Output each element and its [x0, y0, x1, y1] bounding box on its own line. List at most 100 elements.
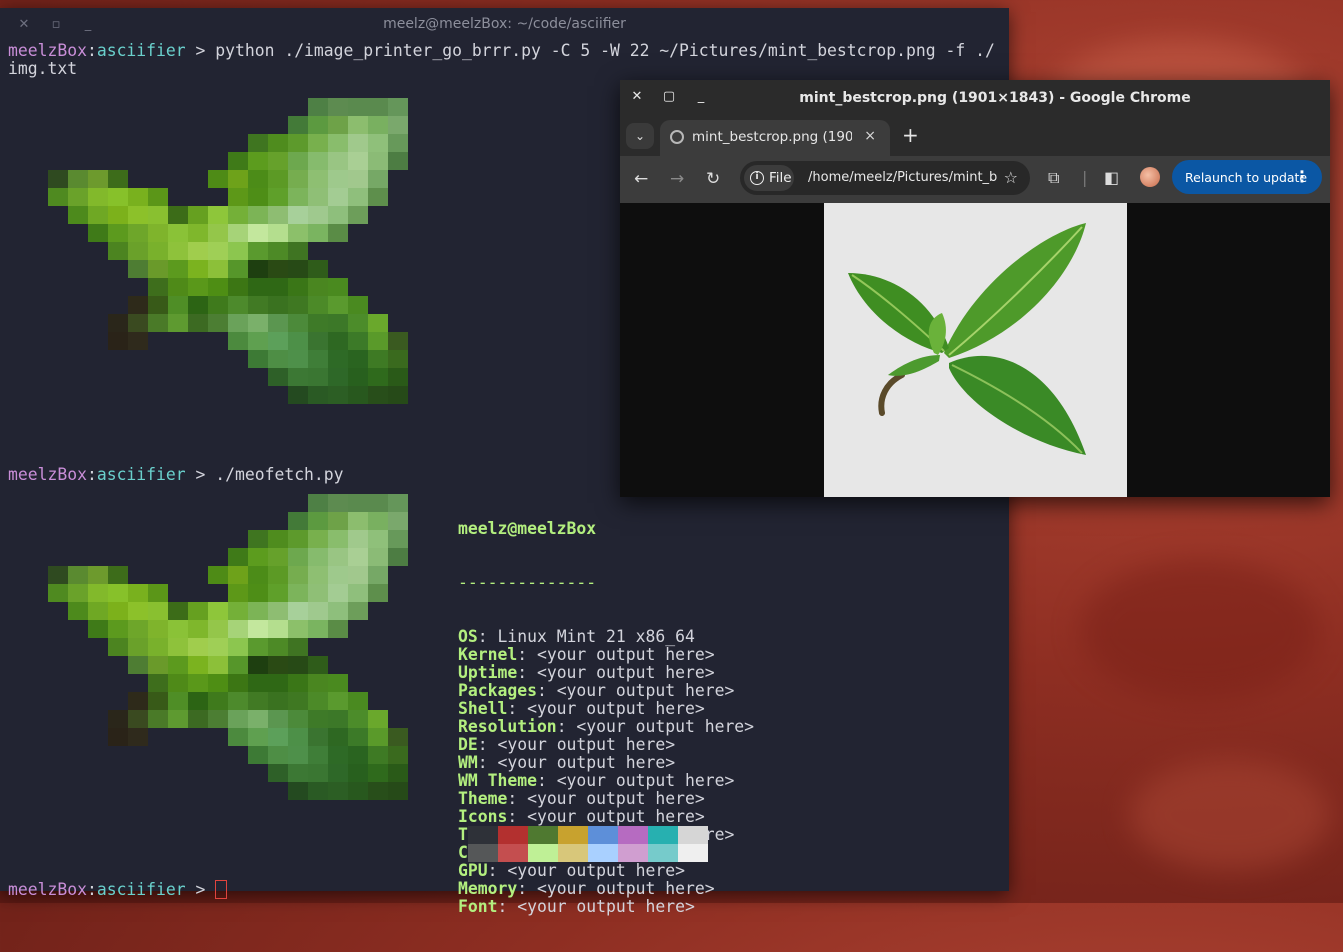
forward-icon[interactable]: → [670, 170, 684, 188]
pixel-block [388, 116, 408, 134]
pixel-block [308, 566, 328, 584]
pixel-block [368, 764, 388, 782]
pixel-block [268, 602, 288, 620]
relaunch-label: Relaunch to update [1185, 170, 1308, 185]
pixel-block [228, 260, 248, 278]
pixel-block [388, 152, 408, 170]
tab-close-icon[interactable]: × [864, 128, 876, 144]
pixel-block [308, 206, 328, 224]
pixel-block [308, 368, 328, 386]
fetch-value: : <your output here> [536, 771, 735, 790]
pixel-block [248, 350, 268, 368]
pixel-block [348, 188, 368, 206]
tab-search-button[interactable]: ⌄ [626, 123, 654, 149]
pixel-block [348, 314, 368, 332]
pixel-block [268, 548, 288, 566]
back-icon[interactable]: ← [634, 170, 648, 188]
pixel-block [188, 314, 208, 332]
pixel-block [288, 278, 308, 296]
pixel-block [108, 170, 128, 188]
pixel-block [108, 206, 128, 224]
pixel-block [348, 206, 368, 224]
pixel-block [288, 512, 308, 530]
pixel-block [68, 602, 88, 620]
pixel-block [308, 674, 328, 692]
reload-icon[interactable]: ↻ [706, 170, 720, 188]
pixel-block [308, 602, 328, 620]
pixel-block [348, 368, 368, 386]
pixel-block [188, 674, 208, 692]
pixel-block [268, 674, 288, 692]
palette-swatch [648, 844, 678, 862]
bookmark-star-icon[interactable]: ☆ [1004, 168, 1018, 187]
pixel-block [228, 152, 248, 170]
pixel-block [68, 188, 88, 206]
palette-swatch [648, 826, 678, 844]
profile-avatar[interactable] [1140, 167, 1160, 187]
pixel-block [208, 656, 228, 674]
pixel-block [328, 494, 348, 512]
pixel-block [248, 224, 268, 242]
tab-mint-bestcrop[interactable]: mint_bestcrop.png (1901× × [660, 120, 890, 156]
pixel-block [268, 638, 288, 656]
pixel-block [168, 206, 188, 224]
extensions-icon[interactable]: ⧉ [1048, 168, 1059, 188]
pixel-block [228, 296, 248, 314]
pixel-block [368, 584, 388, 602]
pixel-block [308, 278, 328, 296]
pixel-block [128, 224, 148, 242]
side-panel-icon[interactable]: ◧ [1104, 168, 1119, 187]
menu-dots-icon[interactable]: ⋮ [1294, 167, 1310, 186]
pixel-block [368, 170, 388, 188]
pixel-block [208, 638, 228, 656]
prompt-host: meelzBox [8, 880, 87, 899]
url-text[interactable]: /home/meelz/Pictures/mint_b... [808, 170, 998, 185]
pixel-block [288, 692, 308, 710]
palette-swatch [558, 826, 588, 844]
site-info-chip[interactable]: i File [744, 165, 794, 191]
close-icon[interactable]: ✕ [630, 90, 644, 104]
pixel-block [48, 188, 68, 206]
pixel-block [228, 656, 248, 674]
pixel-block [308, 746, 328, 764]
pixel-block [268, 764, 288, 782]
pixel-block [328, 296, 348, 314]
pixel-block [288, 134, 308, 152]
pixel-block [208, 620, 228, 638]
pixel-block [108, 584, 128, 602]
fetch-key: Memory [458, 879, 518, 898]
command-line[interactable]: meelzBox:asciifier > [8, 880, 228, 899]
pixel-block [328, 710, 348, 728]
pixel-block [228, 566, 248, 584]
terminal-titlebar[interactable]: ✕ ▫ _ meelz@meelzBox: ~/code/asciifier [0, 8, 1009, 42]
pixel-block [128, 296, 148, 314]
fetch-entry: Icons: <your output here> [458, 808, 754, 826]
new-tab-button[interactable]: + [902, 125, 919, 145]
pixel-block [168, 656, 188, 674]
chrome-titlebar[interactable]: ✕ ▢ _ mint_bestcrop.png (1901×1843) - Go… [620, 80, 1330, 116]
pixel-block [88, 170, 108, 188]
pixel-block [328, 368, 348, 386]
pixel-block [368, 710, 388, 728]
pixel-block [388, 368, 408, 386]
pixel-block [88, 584, 108, 602]
pixel-block [228, 314, 248, 332]
pixel-block [368, 386, 388, 404]
fetch-key: WM Theme [458, 771, 537, 790]
command-text: > ./meofetch.py [185, 465, 344, 484]
pixel-block [128, 206, 148, 224]
pixel-block [188, 638, 208, 656]
pixel-block [88, 620, 108, 638]
relaunch-button[interactable]: Relaunch to update ⋮ [1172, 160, 1322, 194]
wallpaper-streak [1080, 560, 1320, 700]
fetch-separator: -------------- [458, 573, 597, 592]
address-bar[interactable]: i File /home/meelz/Pictures/mint_b... ☆ [740, 161, 1030, 195]
pixel-block [388, 386, 408, 404]
pixel-block [208, 710, 228, 728]
chrome-window[interactable]: ✕ ▢ _ mint_bestcrop.png (1901×1843) - Go… [620, 80, 1330, 497]
page-viewport[interactable] [620, 203, 1330, 497]
fetch-key: Font [458, 897, 498, 916]
pixel-block [108, 224, 128, 242]
pixel-block [368, 494, 388, 512]
pixel-block [288, 620, 308, 638]
